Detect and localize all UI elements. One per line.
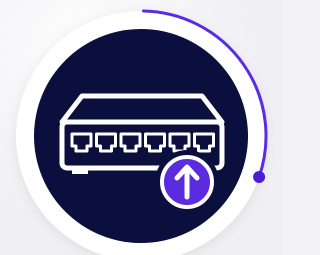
progress-illustration <box>16 9 268 255</box>
upgrade-badge <box>155 150 219 214</box>
upgrade-status-widget <box>0 0 283 255</box>
progress-dot <box>253 170 266 183</box>
switch-foot <box>72 168 88 174</box>
